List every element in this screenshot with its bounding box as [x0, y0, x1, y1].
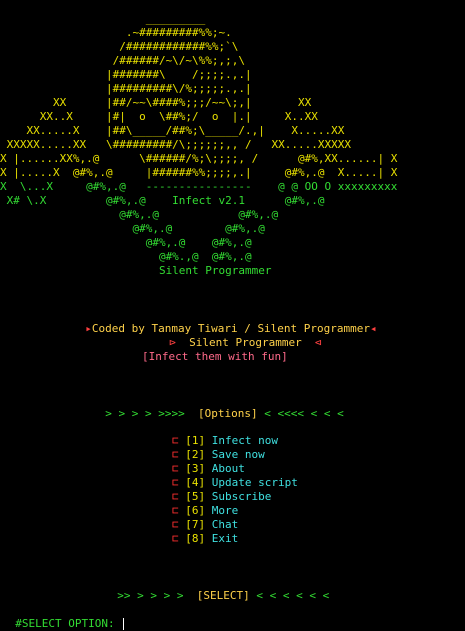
ascii-line: @#%.,@ @#%,.@ — [0, 250, 252, 263]
menu-item-number: [5] — [185, 490, 206, 503]
menu-item-infect-now[interactable]: ⊏ [1] Infect now — [172, 434, 278, 448]
bullet-icon: ⊏ — [172, 532, 179, 545]
menu-item-number: [6] — [185, 504, 206, 517]
author-line: ⊳ Silent Programmer ⊲ — [156, 322, 322, 350]
bullet-icon: ⊏ — [172, 504, 179, 517]
bullet-icon: ⊏ — [172, 476, 179, 489]
bullet-icon: ⊏ — [172, 518, 179, 531]
ascii-line: XX.....X |##\_____/##%;\_____/.,| X.....… — [0, 124, 345, 137]
menu-item-label: Save now — [211, 448, 265, 461]
bullet-icon: ⊏ — [172, 490, 179, 503]
ascii-line: X \...X @#%,.@ ---------------- @ @ OO O… — [0, 180, 398, 193]
menu-item-exit[interactable]: ⊏ [8] Exit — [172, 532, 238, 546]
ascii-line: @#%,.@ @#%,.@ — [0, 208, 279, 221]
ascii-line: @#%,.@ @#%,.@ — [0, 236, 252, 249]
ascii-line: |#######\ /;;;;.,.| — [0, 68, 252, 81]
triangle-left-icon: ◂ — [370, 322, 377, 335]
double-triangle-right-icon: ⊳ — [169, 336, 176, 349]
menu-item-label: Subscribe — [211, 490, 272, 503]
ascii-line: XX..X |#| o \##%;/ o |.| X..XX — [0, 110, 318, 123]
menu-item-update-script[interactable]: ⊏ [4] Update script — [172, 476, 298, 490]
triangle-right-icon: ▸ — [85, 322, 92, 335]
double-triangle-left-icon: ⊲ — [314, 336, 322, 349]
menu-item-subscribe[interactable]: ⊏ [5] Subscribe — [172, 490, 271, 504]
options-right-arrows: < <<<< < < < — [264, 407, 344, 420]
bullet-icon: ⊏ — [172, 434, 179, 447]
ascii-line: XX |##/~~\####%;;;/~~\;,| XX — [0, 96, 312, 109]
menu-item-save-now[interactable]: ⊏ [2] Save now — [172, 448, 265, 462]
menu-item-label: More — [211, 504, 239, 517]
menu-item-label: Exit — [211, 532, 239, 545]
menu-item-number: [4] — [185, 476, 206, 489]
options-left-arrows: > > > > >>>> — [105, 407, 185, 420]
ascii-line: /######/~\/~\%%;,;,\ — [0, 54, 246, 67]
tagline: [Infect them with fun] — [142, 350, 288, 363]
select-left-arrows: >> > > > > — [117, 589, 184, 602]
select-header: >> > > > > [SELECT] < < < < < < — [104, 575, 329, 603]
ascii-line: @#%,.@ @#%,.@ — [0, 222, 265, 235]
ascii-line: _________ — [0, 12, 206, 25]
ascii-line: |#########\/%;;;;;.,.| — [0, 82, 252, 95]
ascii-line: X# \.X @#%,.@ Infect v2.1 @#%,.@ — [0, 194, 325, 207]
menu-item-number: [2] — [185, 448, 206, 461]
ascii-line: /############%%;`\ — [0, 40, 239, 53]
select-option-prompt[interactable]: #SELECT OPTION: — [2, 603, 125, 631]
text-cursor — [123, 618, 125, 630]
menu-item-number: [1] — [185, 434, 206, 447]
menu-item-label: Update script — [211, 476, 298, 489]
menu-item-more[interactable]: ⊏ [6] More — [172, 504, 238, 518]
options-header: > > > > >>>> [Options] < <<<< < < < — [92, 393, 344, 421]
menu-item-number: [3] — [185, 462, 206, 475]
select-label: [SELECT] — [196, 589, 250, 602]
ascii-line: XXXXX.....XX \#########/\;;;;;;,, / XX..… — [0, 138, 351, 151]
author-text: Silent Programmer — [189, 336, 302, 349]
ascii-line: Silent Programmer — [0, 264, 272, 277]
menu-item-label: Chat — [211, 518, 239, 531]
bullet-icon: ⊏ — [172, 462, 179, 475]
menu-item-number: [8] — [185, 532, 206, 545]
menu-item-about[interactable]: ⊏ [3] About — [172, 462, 245, 476]
bullet-icon: ⊏ — [172, 448, 179, 461]
select-right-arrows: < < < < < < — [256, 589, 330, 602]
menu-item-label: About — [211, 462, 245, 475]
menu-item-label: Infect now — [211, 434, 278, 447]
options-label: [Options] — [197, 407, 258, 420]
ascii-line: X |......XX%,.@ \######/%;\;;;;, / @#%,X… — [0, 152, 398, 165]
ascii-line: .~#########%%;~. — [0, 26, 232, 39]
ascii-line: X |.....X @#%,.@ |######%%;;;;,.| @#%,.@… — [0, 166, 398, 179]
menu-item-chat[interactable]: ⊏ [7] Chat — [172, 518, 238, 532]
menu-item-number: [7] — [185, 518, 206, 531]
